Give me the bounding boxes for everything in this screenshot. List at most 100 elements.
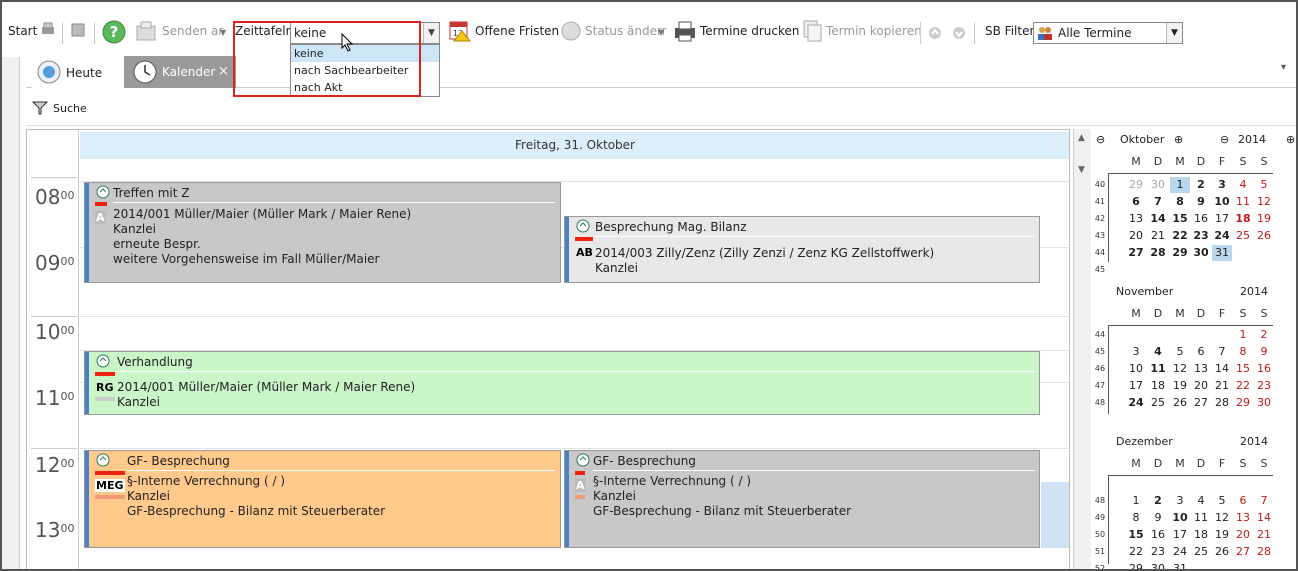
day-cell[interactable]: 5 [1212,493,1232,509]
day-cell[interactable]: 30 [1254,395,1274,411]
day-cell[interactable]: 18 [1191,527,1211,543]
day-cell[interactable]: 31 [1212,245,1232,261]
nav-next-icon[interactable]: ⊕ [1174,133,1183,146]
print-icon[interactable] [40,22,58,40]
day-cell[interactable]: 20 [1233,527,1253,543]
appointment[interactable]: Treffen mit Z A 2014/001 Müller/Maier (M… [84,182,561,283]
termine-drucken-button[interactable]: Termine drucken [700,24,800,38]
day-cell[interactable]: 31 [1170,561,1190,569]
day-cell[interactable]: 22 [1233,378,1253,394]
day-cell[interactable]: 24 [1212,228,1232,244]
day-cell[interactable]: 11 [1191,510,1211,526]
day-cell[interactable]: 23 [1191,228,1211,244]
day-cell[interactable]: 29 [1126,177,1146,193]
day-cell[interactable]: 22 [1126,544,1146,560]
day-cell[interactable]: 23 [1148,544,1168,560]
day-cell[interactable]: 20 [1191,378,1211,394]
chevron-down-icon[interactable]: ▼ [1166,23,1182,43]
month-name[interactable]: Dezember [1116,435,1173,448]
nav-prev-icon[interactable]: ⊖ [1220,133,1229,146]
month-name[interactable]: November [1116,285,1173,298]
year-label[interactable]: 2014 [1240,285,1268,298]
scroll-down-icon[interactable]: ▼ [1078,165,1085,175]
appointment[interactable]: Verhandlung RG 2014/001 Müller/Maier (Mü… [84,351,1040,415]
day-cell[interactable]: 16 [1191,211,1211,227]
day-cell[interactable]: 18 [1233,211,1253,227]
day-cell[interactable]: 28 [1148,245,1168,261]
offene-fristen-button[interactable]: Offene Fristen [475,24,559,38]
day-cell[interactable]: 17 [1170,527,1190,543]
day-cell[interactable]: 10 [1170,510,1190,526]
day-cell[interactable]: 10 [1126,361,1146,377]
year-label[interactable]: 2014 [1238,133,1266,146]
chevron-down-icon[interactable]: ▼ [658,28,664,37]
day-cell[interactable]: 24 [1170,544,1190,560]
filter-icon[interactable] [31,100,49,119]
day-cell[interactable]: 17 [1212,211,1232,227]
nav-prev-icon[interactable]: ⊖ [1096,133,1105,146]
day-cell[interactable]: 11 [1148,361,1168,377]
tab-kalender[interactable]: Kalender × [124,56,236,88]
day-cell[interactable]: 29 [1126,561,1146,569]
arrow-down-icon[interactable] [952,26,966,40]
printer-icon[interactable] [673,19,697,43]
day-cell[interactable]: 1 [1170,177,1190,193]
day-cell[interactable]: 30 [1191,245,1211,261]
nav-next-icon[interactable]: ⊕ [1286,133,1295,146]
sb-filter-select[interactable]: Alle Termine ▼ [1033,22,1183,44]
day-cell[interactable]: 15 [1170,211,1190,227]
appointment[interactable]: GF- Besprechung MEG §-Interne Verrechnun… [84,450,561,548]
scroll-up-icon[interactable]: ▲ [1078,133,1085,143]
day-cell[interactable]: 17 [1126,378,1146,394]
day-cell[interactable]: 5 [1170,344,1190,360]
day-cell[interactable]: 4 [1233,177,1253,193]
send-icon[interactable] [134,20,158,44]
day-cell[interactable]: 25 [1191,544,1211,560]
copy-icon[interactable] [800,19,824,43]
day-cell[interactable]: 21 [1254,527,1274,543]
calendar-warning-icon[interactable]: 12 [448,19,472,43]
day-cell[interactable]: 26 [1212,544,1232,560]
day-cell[interactable]: 21 [1148,228,1168,244]
day-cell[interactable]: 3 [1126,344,1146,360]
status-icon[interactable] [559,19,583,43]
day-cell[interactable]: 23 [1254,378,1274,394]
day-cell[interactable]: 3 [1170,493,1190,509]
day-cell[interactable]: 27 [1191,395,1211,411]
day-cell[interactable]: 19 [1212,527,1232,543]
help-icon[interactable]: ? [102,20,126,44]
day-cell[interactable]: 27 [1233,544,1253,560]
day-cell[interactable]: 8 [1233,344,1253,360]
day-cell[interactable]: 14 [1148,211,1168,227]
day-cell[interactable]: 11 [1233,194,1253,210]
appointment[interactable]: Besprechung Mag. Bilanz AB 2014/003 Zill… [564,216,1040,283]
day-cell[interactable]: 14 [1254,510,1274,526]
day-cell[interactable]: 19 [1170,378,1190,394]
day-cell[interactable]: 9 [1148,510,1168,526]
day-cell[interactable]: 25 [1148,395,1168,411]
left-panel-strip[interactable] [2,57,20,569]
tab-heute[interactable]: Heute [32,56,128,88]
day-cell[interactable]: 12 [1212,510,1232,526]
day-cell[interactable]: 28 [1212,395,1232,411]
chevron-down-icon[interactable]: ▼ [423,23,439,43]
day-cell[interactable]: 15 [1126,527,1146,543]
day-cell[interactable]: 2 [1191,177,1211,193]
day-cell[interactable]: 14 [1212,361,1232,377]
day-cell[interactable]: 27 [1126,245,1146,261]
day-cell[interactable]: 8 [1170,194,1190,210]
day-cell[interactable]: 1 [1126,493,1146,509]
day-cell[interactable]: 21 [1212,378,1232,394]
day-cell[interactable]: 12 [1170,361,1190,377]
arrow-up-icon[interactable] [928,26,942,40]
day-cell[interactable]: 6 [1126,194,1146,210]
suche-button[interactable]: Suche [53,102,87,115]
day-cell[interactable]: 10 [1212,194,1232,210]
day-cell[interactable]: 30 [1148,561,1168,569]
day-cell[interactable]: 29 [1170,245,1190,261]
year-label[interactable]: 2014 [1240,435,1268,448]
day-cell[interactable]: 15 [1233,361,1253,377]
day-cell[interactable]: 22 [1170,228,1190,244]
day-cell[interactable]: 28 [1254,544,1274,560]
day-cell[interactable]: 13 [1191,361,1211,377]
